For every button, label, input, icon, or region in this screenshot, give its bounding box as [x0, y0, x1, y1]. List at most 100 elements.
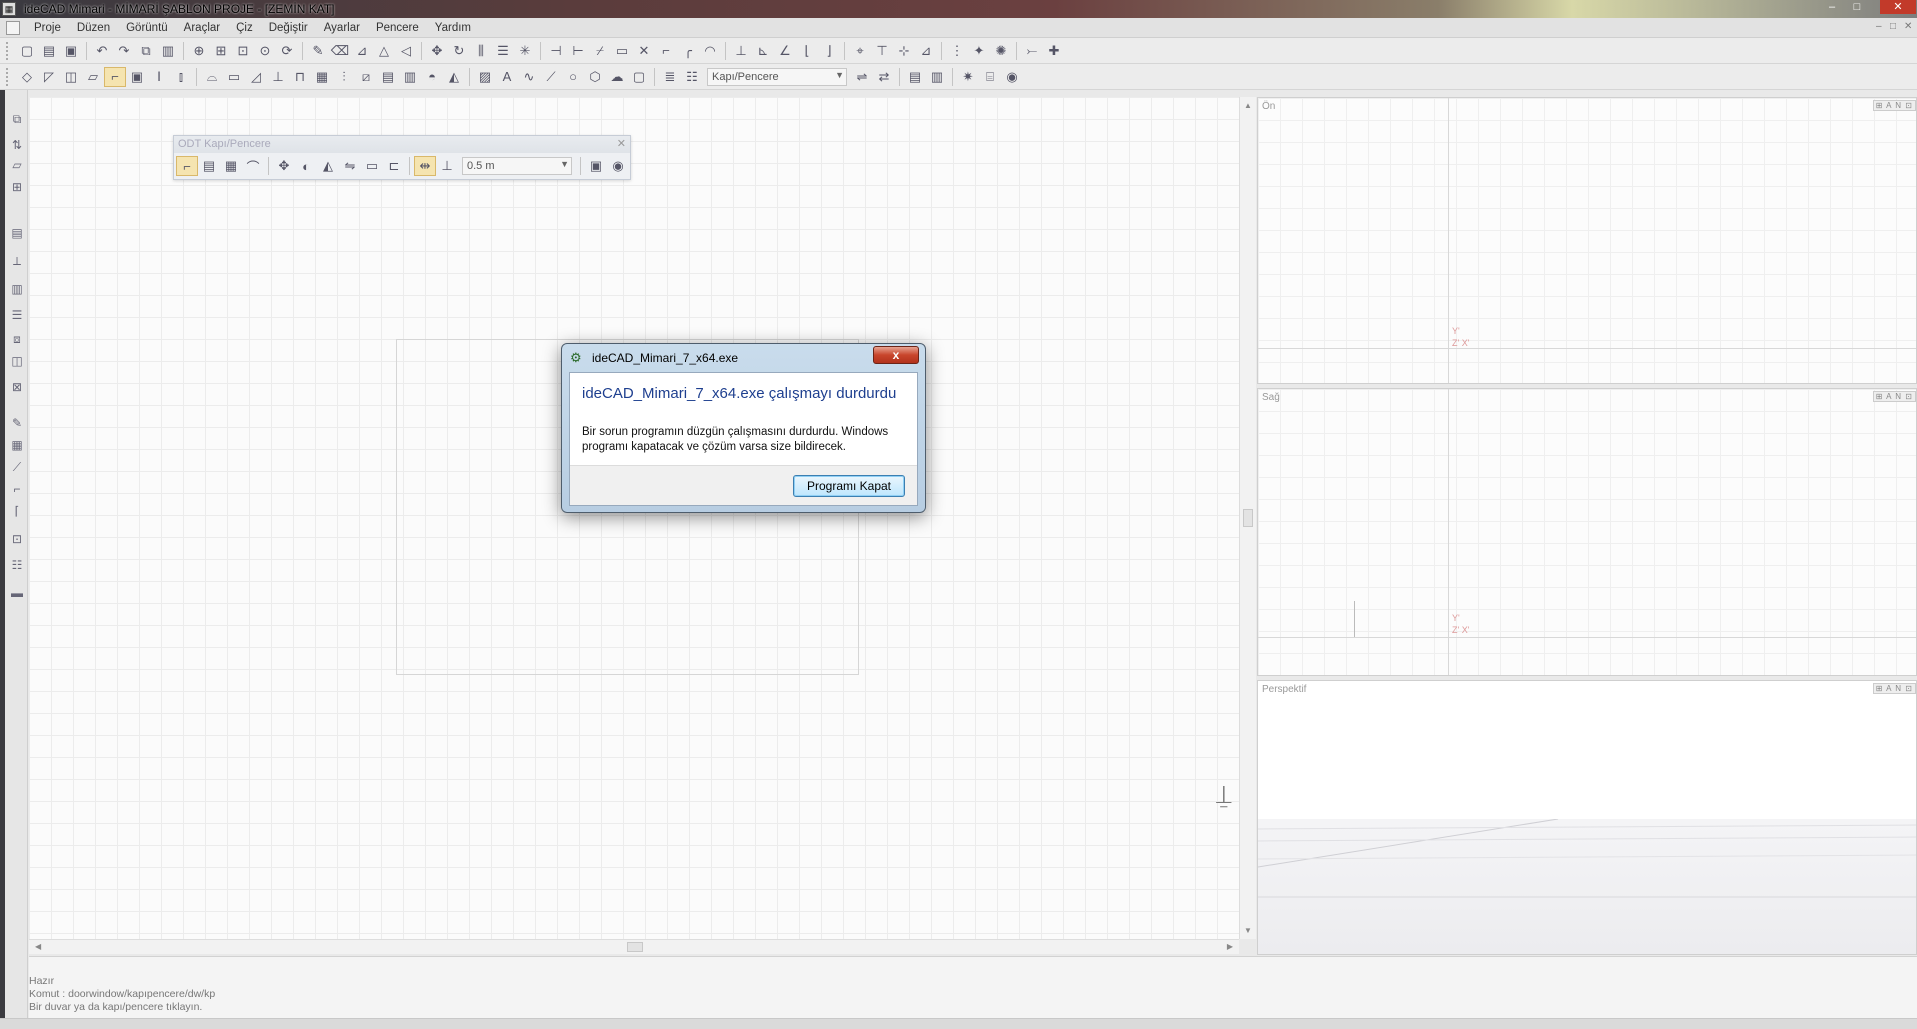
axis-icon[interactable]: ⊞ [8, 178, 26, 196]
render-icon[interactable]: ◉ [607, 156, 629, 176]
slab-icon[interactable]: ▱ [82, 67, 104, 87]
section-tool-icon[interactable]: ⌈ [8, 502, 26, 520]
dimension-aligned-icon[interactable]: ⊾ [752, 41, 774, 61]
zoom-previous-icon[interactable]: ⊙ [254, 41, 276, 61]
railing-icon[interactable]: ⫶ [333, 67, 355, 87]
dome-icon[interactable]: ◓ [421, 67, 443, 87]
move-to-floor-icon[interactable]: ⇅ [8, 136, 26, 154]
align-icon[interactable]: ✥ [273, 156, 295, 176]
truss-icon[interactable]: ⊓ [289, 67, 311, 87]
mdi-minimize-button[interactable]: – [1876, 21, 1882, 32]
offset-icon[interactable]: ▭ [611, 41, 633, 61]
snap-end-icon[interactable]: ⊿ [915, 41, 937, 61]
drawing-canvas[interactable]: ⍊ [29, 97, 1239, 939]
window-type-icon[interactable]: ▤ [198, 156, 220, 176]
paste-icon[interactable]: ▥ [157, 41, 179, 61]
rotate-icon[interactable]: ↻ [448, 41, 470, 61]
zoom-in-icon[interactable]: ⊕ [188, 41, 210, 61]
scroll-right-icon[interactable]: ▶ [1227, 942, 1233, 951]
vertical-scroll-thumb[interactable] [1243, 509, 1253, 527]
door-type-icon[interactable]: ⌐ [176, 156, 198, 176]
close-program-button[interactable]: Programı Kapat [793, 475, 905, 497]
dimension-base-icon[interactable]: ⌋ [818, 41, 840, 61]
hatch-icon[interactable]: ⧄ [355, 67, 377, 87]
floor-plan-icon[interactable]: ▤ [904, 67, 926, 87]
copy-icon[interactable]: ⧉ [135, 41, 157, 61]
minimize-button[interactable]: – [1820, 0, 1844, 14]
viewport-controls[interactable]: ⊞ A N ⊡ [1872, 683, 1916, 694]
offset-distance-select[interactable]: 0.5 m ▼ [462, 157, 572, 175]
menu-yardim[interactable]: Yardım [427, 22, 479, 34]
dialog-titlebar[interactable]: ⚙ ideCAD_Mimari_7_x64.exe x [562, 344, 925, 372]
dimension-angle-icon[interactable]: ∠ [774, 41, 796, 61]
text-icon[interactable]: A [496, 67, 518, 87]
redo-icon[interactable]: ↷ [113, 41, 135, 61]
grid-type-icon[interactable]: ▦ [220, 156, 242, 176]
line-extend-icon[interactable]: ⤚ [1021, 41, 1043, 61]
cloud-icon[interactable]: ☁ [606, 67, 628, 87]
intersect-icon[interactable]: ✕ [633, 41, 655, 61]
stair-icon[interactable]: ⫾ [170, 67, 192, 87]
scroll-down-icon[interactable]: ▼ [1244, 926, 1252, 935]
layer-manager-icon[interactable]: ☷ [681, 67, 703, 87]
save-icon[interactable]: ▣ [60, 41, 82, 61]
polygon-icon[interactable]: ⬡ [584, 67, 606, 87]
close-button[interactable]: ✕ [1880, 0, 1916, 14]
swap-icon[interactable]: ⇋ [339, 156, 361, 176]
dialog-close-button[interactable]: x [873, 346, 919, 364]
snap-icon[interactable]: ⌖ [849, 41, 871, 61]
layer-icon[interactable]: ≣ [659, 67, 681, 87]
toolbar-grip[interactable] [6, 41, 10, 60]
trim-icon[interactable]: ⊣ [545, 41, 567, 61]
mdi-restore-button[interactable]: □ [1890, 21, 1896, 32]
render-icon[interactable]: ◉ [1001, 67, 1023, 87]
floor-icon[interactable]: ▱ [8, 156, 26, 174]
menu-ciz[interactable]: Çiz [228, 22, 261, 34]
scroll-left-icon[interactable]: ◀ [35, 942, 41, 951]
fillet-icon[interactable]: ╭ [677, 41, 699, 61]
list-icon[interactable]: ☷ [8, 556, 26, 574]
column-pillar-icon[interactable]: Ⅰ [148, 67, 170, 87]
camera-icon[interactable]: ⌸ [979, 67, 1001, 87]
snap-grid-icon[interactable]: ⊹ [893, 41, 915, 61]
viewport-right[interactable]: Sağ ⊞ A N ⊡ Y' Z' X' [1257, 388, 1917, 676]
light-icon[interactable]: ✷ [957, 67, 979, 87]
arc-tool-icon[interactable]: ◠ [699, 41, 721, 61]
offset-distance-icon[interactable]: ⇹ [414, 156, 436, 176]
horizontal-scroll-thumb[interactable] [627, 942, 643, 952]
array-icon[interactable]: ☰ [492, 41, 514, 61]
mdi-close-button[interactable]: ✕ [1904, 21, 1912, 32]
camera-tool-icon[interactable]: ⊡ [8, 530, 26, 548]
bar-icon[interactable]: ▬ [8, 584, 26, 602]
select-icon[interactable]: ◁ [395, 41, 417, 61]
draw-icon[interactable]: ✎ [8, 414, 26, 432]
floor-icon[interactable]: ▭ [223, 67, 245, 87]
section-icon[interactable]: ▥ [926, 67, 948, 87]
furniture-icon[interactable]: ▤ [377, 67, 399, 87]
triangle-icon[interactable]: △ [373, 41, 395, 61]
layers-icon[interactable]: ⧈ [8, 330, 26, 348]
landscape-icon[interactable]: ◭ [443, 67, 465, 87]
grid-icon[interactable]: ▦ [311, 67, 333, 87]
width-icon[interactable]: ▭ [361, 156, 383, 176]
measure-icon[interactable]: ⊿ [351, 41, 373, 61]
mdi-document-icon[interactable] [6, 20, 20, 35]
dimension-icon[interactable]: ⊥ [730, 41, 752, 61]
viewport-controls[interactable]: ⊞ A N ⊡ [1872, 391, 1916, 402]
viewport-front[interactable]: Ön ⊞ A N ⊡ Y' Z' X' [1257, 97, 1917, 384]
paint-icon[interactable]: ⌐ [8, 480, 26, 498]
odt-close-icon[interactable]: ✕ [617, 136, 626, 153]
viewport-perspective[interactable]: Perspektif ⊞ A N ⊡ [1257, 680, 1917, 955]
eraser-icon[interactable]: ⌫ [329, 41, 351, 61]
horizontal-scrollbar[interactable]: ◀ ▶ [29, 939, 1239, 954]
beam-icon[interactable]: ◸ [38, 67, 60, 87]
height-icon[interactable]: ⊏ [383, 156, 405, 176]
wall-icon[interactable]: ◫ [60, 67, 82, 87]
viewport-controls[interactable]: ⊞ A N ⊡ [1872, 100, 1916, 111]
regen-icon[interactable]: ⟳ [276, 41, 298, 61]
zoom-window-icon[interactable]: ⊞ [210, 41, 232, 61]
chevron-down-icon[interactable]: ▼ [835, 70, 844, 80]
menu-proje[interactable]: Proje [26, 22, 69, 34]
hatch-tool-icon[interactable]: ▦ [8, 436, 26, 454]
zoom-extents-icon[interactable]: ⊡ [232, 41, 254, 61]
